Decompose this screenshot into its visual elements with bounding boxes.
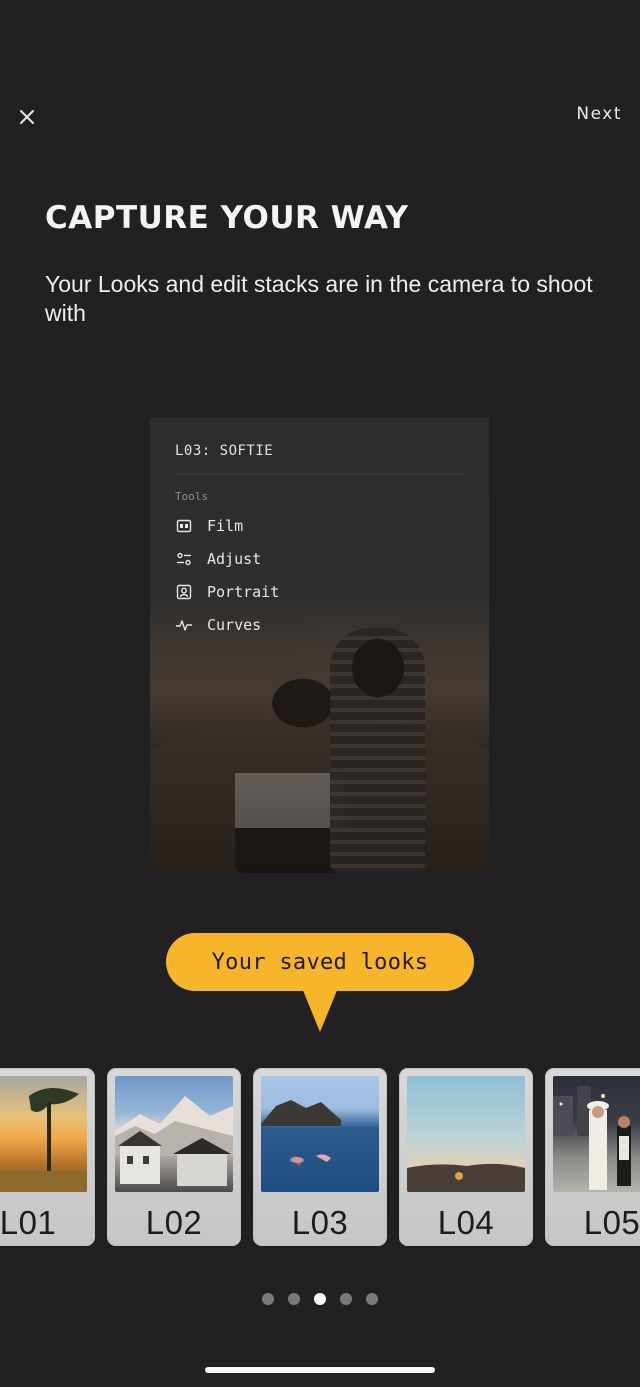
sliders-icon <box>175 550 193 568</box>
page-dot-active[interactable] <box>314 1293 326 1305</box>
look-label: L03 <box>291 1204 349 1241</box>
tool-label: Curves <box>207 616 262 634</box>
look-thumbnail <box>553 1076 640 1192</box>
curves-icon <box>175 616 193 634</box>
tool-label: Film <box>207 517 244 535</box>
page-indicator <box>0 1293 640 1305</box>
tools-section-label: Tools <box>175 490 209 503</box>
tool-item-curves[interactable]: Curves <box>175 614 261 636</box>
look-thumbnail <box>261 1076 379 1192</box>
page-dot[interactable] <box>288 1293 300 1305</box>
tool-item-portrait[interactable]: Portrait <box>175 581 279 603</box>
film-icon <box>175 517 193 535</box>
camera-preview: L03: SOFTIE Tools Film Adjust Portrait C… <box>150 418 489 873</box>
preview-photo-person <box>235 653 345 873</box>
close-icon <box>20 110 34 124</box>
look-thumbnail <box>407 1076 525 1192</box>
look-card-l03[interactable]: L03 <box>253 1068 387 1246</box>
look-name: L03: SOFTIE <box>175 443 274 459</box>
look-card-l04[interactable]: L04 <box>399 1068 533 1246</box>
looks-carousel[interactable]: L01 L02 L03 L04 L05 <box>0 1068 640 1248</box>
close-button[interactable] <box>14 104 40 130</box>
look-thumbnail <box>0 1076 87 1192</box>
next-button[interactable]: Next <box>576 104 622 128</box>
page-dot[interactable] <box>262 1293 274 1305</box>
tool-item-film[interactable]: Film <box>175 515 243 537</box>
look-label: L01 <box>0 1204 57 1241</box>
page-dot[interactable] <box>366 1293 378 1305</box>
tool-label: Adjust <box>207 550 262 568</box>
callout-pointer <box>302 988 338 1032</box>
look-card-l02[interactable]: L02 <box>107 1068 241 1246</box>
saved-looks-callout: Your saved looks <box>166 933 474 991</box>
page-dot[interactable] <box>340 1293 352 1305</box>
portrait-icon <box>175 583 193 601</box>
look-card-l05[interactable]: L05 <box>545 1068 640 1246</box>
page-title: CAPTURE YOUR WAY <box>45 200 409 236</box>
menu-divider <box>175 474 464 475</box>
look-label: L04 <box>437 1204 495 1241</box>
look-thumbnail <box>115 1076 233 1192</box>
tool-label: Portrait <box>207 583 280 601</box>
look-label: L02 <box>145 1204 203 1241</box>
home-indicator <box>205 1367 435 1373</box>
page-subtitle: Your Looks and edit stacks are in the ca… <box>45 271 593 326</box>
look-label: L05 <box>583 1204 640 1241</box>
look-card-l01[interactable]: L01 <box>0 1068 95 1246</box>
tool-item-adjust[interactable]: Adjust <box>175 548 261 570</box>
preview-photo-person <box>330 628 425 873</box>
